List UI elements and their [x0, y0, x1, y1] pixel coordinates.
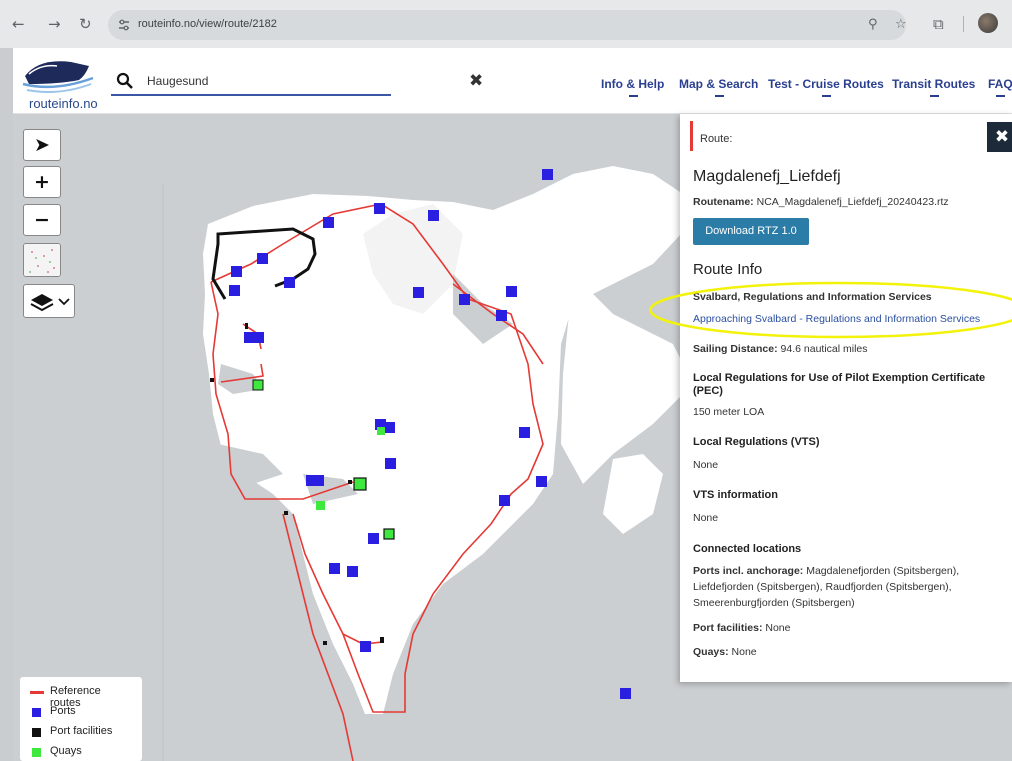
ports-anchorage-line: Liefdefjorden (Spitsbergen), Raudfjorden…	[693, 581, 952, 593]
forward-arrow-icon[interactable]: →	[48, 15, 61, 33]
route-title: Magdalenefj_Liefdefj	[693, 168, 841, 185]
download-rtz-button[interactable]: Download RTZ 1.0	[693, 218, 809, 245]
close-panel-button[interactable]: ✖	[987, 122, 1012, 152]
location-pin-icon[interactable]: ⚲	[868, 17, 878, 32]
url-text[interactable]: routeinfo.no/view/route/2182	[138, 18, 277, 30]
search-input[interactable]	[147, 74, 357, 88]
clear-search-icon[interactable]: ✖	[469, 71, 483, 91]
quay-swatch	[32, 748, 41, 757]
legend-item: Ports	[28, 703, 134, 723]
star-bookmark-icon[interactable]: ☆	[895, 17, 907, 32]
connected-locations-heading: Connected locations	[693, 543, 802, 555]
pec-value: 150 meter LOA	[693, 406, 765, 418]
layers-button[interactable]	[23, 284, 75, 318]
layers-icon	[30, 294, 70, 312]
route-line-swatch	[30, 691, 44, 694]
vts-value: None	[693, 459, 719, 471]
site-settings-icon[interactable]	[117, 18, 131, 32]
reload-icon[interactable]: ↻	[79, 15, 92, 33]
route-info-title: Route Info	[693, 261, 763, 278]
vts-info-value: None	[693, 512, 719, 524]
search-box[interactable]: ✖	[111, 70, 483, 96]
site-header: routeinfo.no ✖ Info & Help Map & Search …	[13, 48, 1012, 114]
nav-faq[interactable]: FAQ	[988, 77, 1012, 97]
routename-line: Routename: NCA_Magdalenefj_Liefdefj_2024…	[693, 196, 949, 208]
panel-accent-bar	[690, 121, 693, 151]
port-facilities-line: Port facilities: None	[693, 622, 791, 634]
facility-swatch	[32, 728, 41, 737]
quays-line: Quays: None	[693, 646, 757, 658]
basemap-preview-icon	[24, 244, 60, 276]
map-legend: Reference routes Ports Port facilities Q…	[20, 677, 142, 761]
zoom-in-button[interactable]: +	[23, 166, 61, 198]
legend-item: Quays	[28, 743, 134, 761]
basemap-thumbnail[interactable]	[23, 243, 61, 277]
toolbar-divider	[963, 16, 964, 32]
nav-transit-routes[interactable]: Transit Routes	[892, 77, 975, 97]
sailing-distance: Sailing Distance: 94.6 nautical miles	[693, 343, 868, 355]
zoom-out-button[interactable]: −	[23, 204, 61, 236]
ports-anchorage-line: Ports incl. anchorage: Magdalenefjorden …	[693, 565, 960, 577]
nav-cruise-routes[interactable]: Test - Cruise Routes	[768, 77, 884, 97]
route-label: Route:	[700, 133, 733, 145]
route-info-panel: Route: ✖ Magdalenefj_Liefdefj Routename:…	[680, 114, 1012, 682]
vts-heading: Local Regulations (VTS)	[693, 436, 820, 448]
browser-toolbar: ← → ↻ routeinfo.no/view/route/2182 ⚲ ☆ ⧉	[0, 0, 1012, 48]
legend-item: Port facilities	[28, 723, 134, 743]
vts-info-heading: VTS information	[693, 489, 778, 501]
nav-info-help[interactable]: Info & Help	[601, 77, 664, 97]
routeinfo-logo[interactable]: routeinfo.no	[19, 54, 98, 111]
highlight-annotation	[649, 281, 1012, 339]
extensions-icon[interactable]: ⧉	[933, 15, 944, 33]
locate-me-button[interactable]: ➤	[23, 129, 61, 161]
ports-anchorage-line: Smeerenburgfjorden (Spitsbergen)	[693, 597, 855, 609]
pec-heading: Local Regulations for Use of Pilot Exemp…	[693, 372, 986, 397]
logo-text: routeinfo.no	[29, 96, 98, 111]
back-arrow-icon[interactable]: ←	[12, 15, 25, 33]
address-bar[interactable]: routeinfo.no/view/route/2182 ⚲ ☆	[108, 10, 907, 40]
nav-map-search[interactable]: Map & Search	[679, 77, 758, 97]
search-icon	[116, 72, 133, 89]
port-swatch	[32, 708, 41, 717]
profile-avatar[interactable]	[978, 13, 998, 33]
legend-item: Reference routes	[28, 683, 134, 709]
ship-logo-icon	[22, 61, 94, 93]
